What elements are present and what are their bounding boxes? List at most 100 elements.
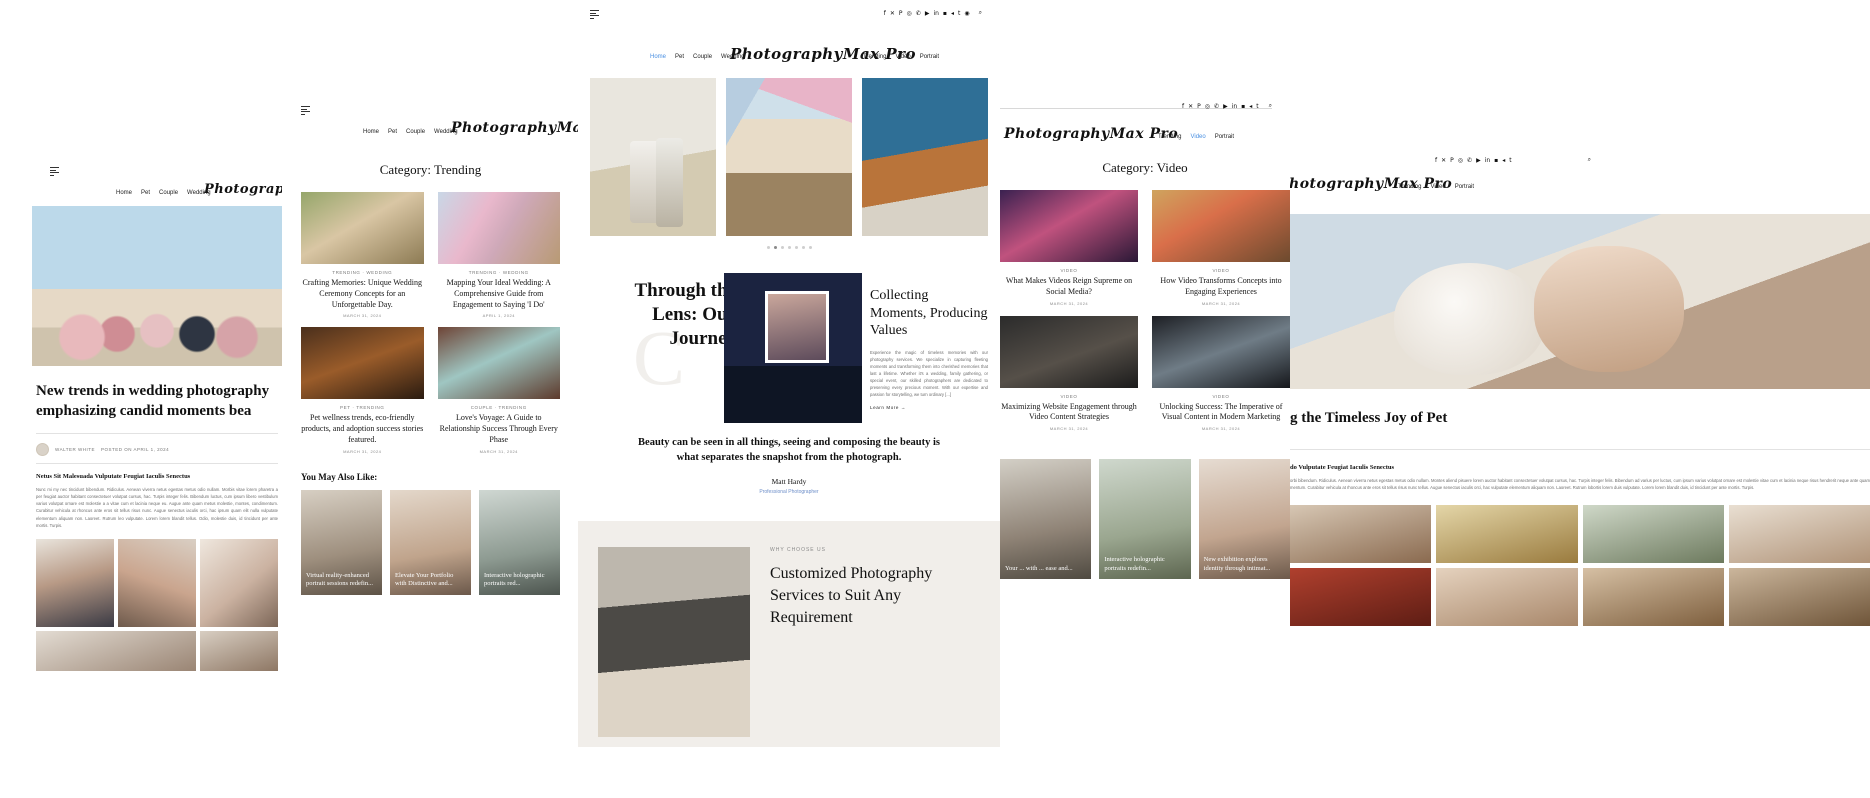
slider-dot[interactable] <box>794 246 798 249</box>
related-tile-title[interactable]: Interactive holographic portraits redefi… <box>1104 556 1185 573</box>
slider-dot-active[interactable] <box>773 246 777 249</box>
card-image[interactable] <box>1152 315 1290 388</box>
hamburger-icon[interactable] <box>50 167 59 177</box>
youtube-icon[interactable]: ▶ <box>1223 103 1228 110</box>
slider-dots[interactable] <box>578 246 1000 249</box>
instagram-icon[interactable]: ◎ <box>1458 157 1463 164</box>
article-card[interactable]: VIDEO Maximizing Website Engagement thro… <box>1000 315 1138 431</box>
social-icon-bar[interactable]: f ✕ P ◎ ✆ ▶ in ▪ ◂ t ⌕ <box>1182 102 1272 110</box>
hamburger-icon[interactable] <box>301 106 310 116</box>
nav-item-video[interactable]: Video <box>1430 184 1445 190</box>
nav-item-video[interactable]: Video <box>1190 134 1205 140</box>
gallery-image[interactable] <box>36 630 196 671</box>
nav-item-video[interactable]: Video <box>895 54 910 60</box>
whatsapp-icon[interactable]: ✆ <box>1214 103 1219 110</box>
x-twitter-icon[interactable]: ✕ <box>890 10 895 17</box>
related-tile[interactable]: New exhibition explores identity through… <box>1198 459 1290 580</box>
nav-item-pet[interactable]: Pet <box>675 54 684 60</box>
telegram-icon[interactable]: ◂ <box>1502 157 1505 164</box>
article-card[interactable]: VIDEO Unlocking Success: The Imperative … <box>1152 315 1290 431</box>
nav-item-trending[interactable]: Trending <box>863 54 886 60</box>
primary-nav-right[interactable]: Trending Video Portrait <box>1398 184 1474 190</box>
related-tile-title[interactable]: Interactive holographic portraits red... <box>484 572 555 589</box>
youtube-icon[interactable]: ▶ <box>1476 157 1481 164</box>
nav-item-home[interactable]: Home <box>363 129 379 135</box>
gallery-image[interactable] <box>1582 504 1724 563</box>
card-title[interactable]: Love's Voyage: A Guide to Relationship S… <box>438 413 561 445</box>
nav-item-pet[interactable]: Pet <box>388 129 397 135</box>
gallery-image[interactable] <box>1290 567 1432 626</box>
instagram-icon[interactable]: ◎ <box>1205 103 1210 110</box>
gallery-image[interactable] <box>1728 504 1870 563</box>
hero-slide-2[interactable] <box>726 78 852 236</box>
nav-item-couple[interactable]: Couple <box>406 129 425 135</box>
gallery-image[interactable] <box>1436 567 1578 626</box>
gallery-image[interactable] <box>1728 567 1870 626</box>
site-logo[interactable]: PhotographyMax Pro <box>451 120 578 136</box>
card-image[interactable] <box>301 327 424 400</box>
card-title[interactable]: Unlocking Success: The Imperative of Vis… <box>1152 402 1290 424</box>
hero-slide-3[interactable] <box>862 78 988 236</box>
social-icon-bar[interactable]: f ✕ P ◎ ✆ ▶ in ▪ ◂ t ◉ ⌕ <box>884 9 982 17</box>
learn-more-link[interactable]: Learn More → <box>870 405 988 410</box>
related-tile[interactable]: Your ... with ... ease and... <box>1000 459 1092 580</box>
card-image[interactable] <box>1000 190 1138 262</box>
article-card[interactable]: TRENDING · WEDDING Mapping Your Ideal We… <box>437 192 561 318</box>
whatsapp-icon[interactable]: ✆ <box>1467 157 1472 164</box>
instagram-icon[interactable]: ◎ <box>907 10 912 17</box>
related-tile-title[interactable]: Elevate Your Portfolio with Distinctive … <box>395 572 466 589</box>
article-card[interactable]: VIDEO What Makes Videos Reign Supreme on… <box>1000 190 1138 306</box>
card-title[interactable]: Pet wellness trends, eco-friendly produc… <box>301 413 424 445</box>
search-icon[interactable]: ⌕ <box>979 9 982 17</box>
youtube-icon[interactable]: ▶ <box>925 10 930 17</box>
gallery-image[interactable] <box>200 630 278 671</box>
card-title[interactable]: Mapping Your Ideal Wedding: A Comprehens… <box>438 278 561 310</box>
facebook-icon[interactable]: f <box>1435 157 1437 164</box>
rss-icon[interactable]: ◉ <box>964 10 969 17</box>
telegram-icon[interactable]: ◂ <box>1249 103 1252 110</box>
linkedin-icon[interactable]: in <box>1232 103 1237 110</box>
nav-item-couple[interactable]: Couple <box>159 190 178 196</box>
search-icon[interactable]: ⌕ <box>1269 102 1272 110</box>
article-card[interactable]: TRENDING · WEDDING Crafting Memories: Un… <box>301 192 424 318</box>
card-title[interactable]: What Makes Videos Reign Supreme on Socia… <box>1000 276 1138 298</box>
card-image[interactable] <box>301 192 424 264</box>
article-card[interactable]: COUPLE · TRENDING Love's Voyage: A Guide… <box>437 327 561 454</box>
vimeo-icon[interactable]: ▪ <box>1494 157 1498 164</box>
facebook-icon[interactable]: f <box>1182 103 1184 110</box>
article-card[interactable]: PET · TRENDING Pet wellness trends, eco-… <box>301 327 424 454</box>
gallery-image[interactable] <box>118 538 196 627</box>
card-title[interactable]: How Video Transforms Concepts into Engag… <box>1152 276 1290 298</box>
linkedin-icon[interactable]: in <box>1485 157 1490 164</box>
site-logo[interactable]: PhotographyMax Pro <box>1004 126 1178 142</box>
related-tile-title[interactable]: Virtual reality-enhanced portrait sessio… <box>306 572 377 589</box>
vimeo-icon[interactable]: ▪ <box>943 10 947 17</box>
facebook-icon[interactable]: f <box>884 10 886 17</box>
card-image[interactable] <box>437 327 560 400</box>
card-title[interactable]: Maximizing Website Engagement through Vi… <box>1000 402 1138 424</box>
nav-item-trending[interactable]: Trending <box>1158 134 1181 140</box>
linkedin-icon[interactable]: in <box>933 10 938 17</box>
tumblr-icon[interactable]: t <box>958 10 960 17</box>
slider-dot[interactable] <box>766 246 770 249</box>
nav-item-portrait[interactable]: Portrait <box>1215 134 1234 140</box>
gallery-image[interactable] <box>36 538 114 627</box>
x-twitter-icon[interactable]: ✕ <box>1441 157 1446 164</box>
card-image[interactable] <box>1152 190 1290 262</box>
gallery-image[interactable] <box>1582 567 1724 626</box>
related-tile[interactable]: Virtual reality-enhanced portrait sessio… <box>301 489 382 595</box>
related-tile-title[interactable]: New exhibition explores identity through… <box>1204 556 1285 573</box>
nav-item-portrait[interactable]: Portrait <box>1455 184 1474 190</box>
post-author[interactable]: WALTER WHITE <box>55 447 95 452</box>
card-title[interactable]: Crafting Memories: Unique Wedding Ceremo… <box>301 278 424 310</box>
related-tile[interactable]: Elevate Your Portfolio with Distinctive … <box>390 489 471 595</box>
gallery-image[interactable] <box>1290 504 1432 563</box>
primary-nav-right[interactable]: Trending Video Portrait <box>1158 134 1234 140</box>
tumblr-icon[interactable]: t <box>1256 103 1258 110</box>
search-icon[interactable]: ⌕ <box>1588 156 1591 164</box>
pinterest-icon[interactable]: P <box>899 10 903 17</box>
nav-item-pet[interactable]: Pet <box>141 190 150 196</box>
hero-slide-1[interactable] <box>590 78 716 236</box>
whatsapp-icon[interactable]: ✆ <box>916 10 921 17</box>
slider-dot[interactable] <box>808 246 812 249</box>
